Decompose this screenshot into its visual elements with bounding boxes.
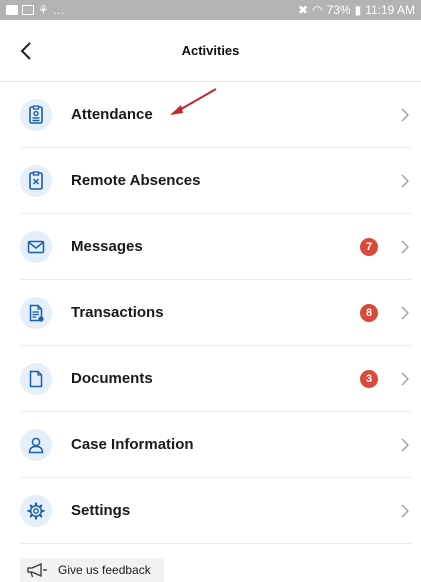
unread-count-badge: 7 — [360, 238, 378, 256]
megaphone-icon — [27, 562, 47, 578]
menu-item-label: Settings — [71, 502, 131, 519]
chevron-right-icon — [401, 504, 409, 518]
menu-item-messages[interactable]: Messages 7 — [20, 214, 412, 280]
chevron-right-icon — [401, 174, 409, 188]
menu-item-label: Documents — [71, 370, 153, 387]
chevron-right-icon — [401, 438, 409, 452]
menu-item-remote-absences[interactable]: Remote Absences — [20, 148, 412, 214]
menu-item-settings[interactable]: Settings — [20, 478, 412, 544]
settings-notification-icon: ⚘ — [38, 3, 49, 17]
feedback-label: Give us feedback — [58, 563, 151, 577]
menu-item-label: Attendance — [71, 106, 153, 123]
activities-menu: Attendance Remote Absences Messages 7 Tr… — [0, 82, 421, 544]
gear-icon — [20, 494, 52, 527]
attendance-icon — [20, 98, 52, 131]
header: Activities — [0, 20, 421, 82]
status-time: 11:19 AM — [365, 3, 415, 17]
annotation-arrow-icon — [170, 88, 217, 115]
person-icon — [20, 428, 52, 461]
gallery-icon — [22, 5, 34, 15]
menu-item-label: Case Information — [71, 436, 194, 453]
menu-item-label: Messages — [71, 238, 143, 255]
menu-item-transactions[interactable]: Transactions 8 — [20, 280, 412, 346]
menu-item-case-information[interactable]: Case Information — [20, 412, 412, 478]
status-bar: ⚘ … ✖ ◠ 73% ▮ 11:19 AM — [0, 0, 421, 20]
wifi-icon: ◠ — [312, 3, 323, 17]
status-left-icons: ⚘ … — [6, 3, 65, 17]
status-right: ✖ ◠ 73% ▮ 11:19 AM — [298, 3, 415, 17]
back-arrow-icon[interactable] — [16, 40, 38, 62]
chevron-right-icon — [401, 240, 409, 254]
menu-item-label: Remote Absences — [71, 172, 201, 189]
unread-count-badge: 3 — [360, 370, 378, 388]
mute-icon: ✖ — [298, 3, 309, 17]
chevron-right-icon — [401, 372, 409, 386]
page-title: Activities — [181, 43, 240, 58]
remote-absence-icon — [20, 164, 52, 197]
document-icon — [20, 362, 52, 395]
battery-icon: ▮ — [354, 3, 362, 17]
more-notifications-icon: … — [52, 3, 65, 17]
unread-count-badge: 8 — [360, 304, 378, 322]
notification-icon — [6, 5, 18, 15]
transaction-document-icon — [20, 296, 52, 329]
battery-percent: 73% — [326, 3, 351, 17]
menu-item-documents[interactable]: Documents 3 — [20, 346, 412, 412]
envelope-icon — [20, 230, 52, 263]
chevron-right-icon — [401, 306, 409, 320]
menu-item-label: Transactions — [71, 304, 164, 321]
give-feedback-button[interactable]: Give us feedback — [20, 558, 164, 582]
chevron-right-icon — [401, 108, 409, 122]
